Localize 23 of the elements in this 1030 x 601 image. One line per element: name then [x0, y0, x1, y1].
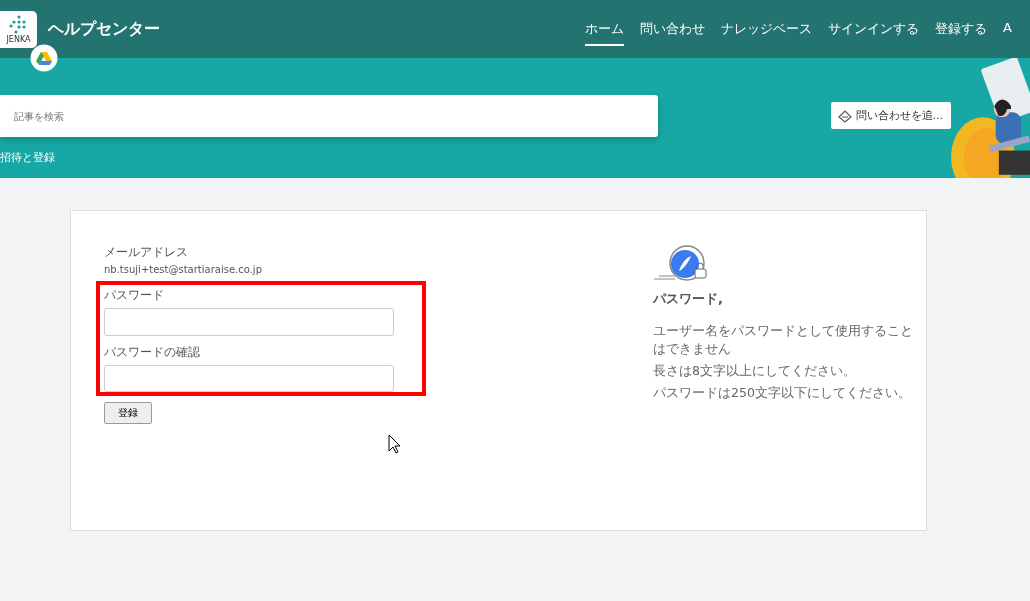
logo-icon[interactable]: JENKA: [0, 10, 37, 48]
nav-link[interactable]: ナレッジベース: [721, 12, 813, 46]
nav-link[interactable]: A: [1003, 12, 1012, 46]
password-rule: ユーザー名をパスワードとして使用することはできません: [653, 322, 914, 358]
site-title: ヘルプセンター: [48, 18, 160, 40]
nav-link[interactable]: 登録する: [935, 12, 988, 46]
email-label: メールアドレス: [104, 244, 188, 261]
search-field[interactable]: 記事を検索: [0, 95, 658, 137]
nav-link[interactable]: ホーム: [585, 12, 625, 46]
password-rule: パスワードは250文字以下にしてください。: [653, 384, 912, 402]
password-rule: 長さは8文字以上にしてください。: [653, 362, 857, 380]
confirm-password-field[interactable]: [104, 364, 394, 392]
register-button[interactable]: 登録: [104, 402, 152, 424]
confirm-password-label: パスワードの確認: [104, 343, 201, 361]
add-inquiry-button[interactable]: 問い合わせを追...: [830, 102, 951, 129]
email-value: nb.tsuji+test@startiaraise.co.jp: [104, 264, 262, 275]
password-label: パスワード: [104, 287, 165, 304]
breadcrumb[interactable]: 招待と登録: [0, 150, 658, 165]
password-field[interactable]: [104, 308, 394, 336]
rules-title: パスワード,: [653, 290, 724, 308]
nav-link[interactable]: サインインする: [828, 12, 920, 46]
mouse-cursor-icon: [388, 434, 401, 454]
nav-link[interactable]: 問い合わせ: [640, 12, 706, 46]
